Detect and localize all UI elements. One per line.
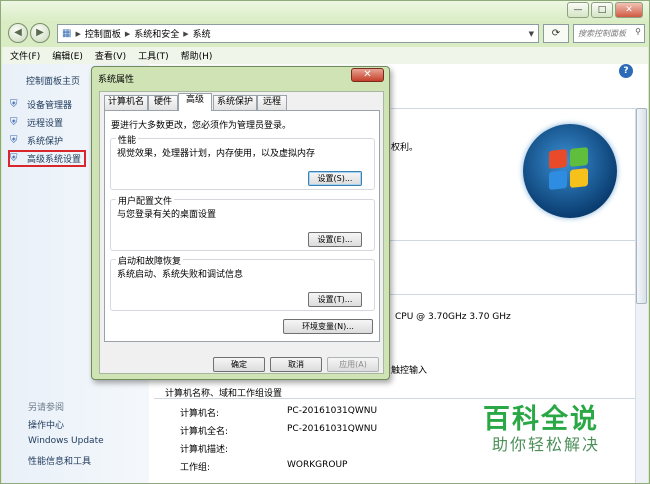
sidebar-item-advanced-settings[interactable]: ⛨ 高级系统设置 bbox=[7, 150, 87, 167]
computer-name-value: PC-20161031QWNU bbox=[287, 406, 378, 416]
sidebar-item-system-protection[interactable]: ⛨ 系统保护 bbox=[10, 134, 63, 147]
chevron-down-icon[interactable]: ▼ bbox=[529, 30, 534, 38]
menu-edit[interactable]: 编辑(E) bbox=[52, 49, 83, 62]
windows-logo bbox=[523, 124, 617, 218]
chevron-right-icon: ▶ bbox=[183, 29, 189, 38]
refresh-button[interactable]: ⟳ bbox=[543, 24, 569, 43]
chevron-right-icon: ▶ bbox=[124, 29, 131, 38]
shield-icon: ⛨ bbox=[10, 153, 18, 164]
back-button[interactable]: ◀ bbox=[8, 23, 28, 43]
tab-hardware[interactable]: 硬件 bbox=[148, 95, 178, 110]
maximize-button[interactable]: □ bbox=[591, 2, 613, 18]
system-properties-dialog: 系统属性 ✕ 计算机名 硬件 高级 系统保护 远程 要进行大多数更改，您必须作为… bbox=[91, 66, 390, 380]
group-description: 视觉效果，处理器计划，内存使用，以及虚拟内存 bbox=[117, 149, 316, 159]
search-placeholder: 搜索控制面板 bbox=[578, 29, 626, 38]
see-also-performance-tools[interactable]: 性能信息和工具 bbox=[28, 454, 91, 467]
tab-computer-name[interactable]: 计算机名 bbox=[104, 95, 148, 110]
dialog-close-button[interactable]: ✕ bbox=[351, 68, 384, 82]
performance-settings-button[interactable]: 设置(S)... bbox=[308, 171, 362, 186]
dialog-title: 系统属性 bbox=[98, 75, 135, 85]
sidebar-item-label: 远程设置 bbox=[27, 119, 64, 129]
group-title: 性能 bbox=[116, 133, 139, 146]
help-icon[interactable]: ? bbox=[619, 64, 633, 78]
workgroup-label: 工作组: bbox=[180, 463, 211, 473]
description-label: 计算机描述: bbox=[180, 445, 229, 455]
computer-name-label: 计算机名: bbox=[180, 409, 220, 419]
scrollbar-thumb[interactable] bbox=[636, 108, 647, 304]
advanced-tab-panel: 要进行大多数更改，您必须作为管理员登录。 性能 视觉效果，处理器计划，内存使用，… bbox=[104, 110, 380, 342]
watermark-subtitle: 助你轻松解决 bbox=[492, 435, 601, 454]
see-also-windows-update[interactable]: Windows Update bbox=[28, 436, 104, 446]
user-profiles-settings-button[interactable]: 设置(E)... bbox=[308, 232, 362, 247]
sidebar-item-remote-settings[interactable]: ⛨ 远程设置 bbox=[10, 116, 63, 129]
group-description: 系统启动、系统失败和调试信息 bbox=[117, 270, 244, 280]
refresh-icon: ⟳ bbox=[551, 28, 561, 39]
startup-recovery-group: 启动和故障恢复 系统启动、系统失败和调试信息 设置(T)... bbox=[110, 254, 375, 311]
sidebar-item-device-manager[interactable]: ⛨ 设备管理器 bbox=[10, 98, 72, 111]
close-button[interactable]: ✕ bbox=[615, 2, 643, 18]
dialog-body: 计算机名 硬件 高级 系统保护 远程 要进行大多数更改，您必须作为管理员登录。 … bbox=[99, 91, 384, 374]
tab-remote[interactable]: 远程 bbox=[257, 95, 287, 110]
tab-system-protection[interactable]: 系统保护 bbox=[213, 95, 257, 110]
group-title: 用户配置文件 bbox=[116, 194, 175, 207]
full-name-label: 计算机全名: bbox=[180, 427, 229, 437]
menu-bar: 文件(F) 编辑(E) 查看(V) 工具(T) 帮助(H) bbox=[2, 47, 648, 64]
group-description: 与您登录有关的桌面设置 bbox=[117, 210, 217, 220]
user-profiles-group: 用户配置文件 与您登录有关的桌面设置 设置(E)... bbox=[110, 194, 375, 251]
control-panel-icon: ▦ bbox=[62, 28, 72, 39]
touch-input-text: 触控输入 bbox=[391, 366, 428, 376]
shield-icon: ⛨ bbox=[10, 117, 18, 128]
search-input[interactable]: 搜索控制面板 ⚲ bbox=[573, 24, 645, 43]
full-name-value: PC-20161031QWNU bbox=[287, 424, 378, 434]
processor-info: CPU @ 3.70GHz 3.70 GHz bbox=[395, 312, 511, 322]
startup-recovery-settings-button[interactable]: 设置(T)... bbox=[308, 292, 362, 307]
shield-icon: ⛨ bbox=[10, 99, 18, 110]
sidebar-item-label: 系统保护 bbox=[27, 137, 64, 147]
breadcrumb-system-security[interactable]: 系统和安全 bbox=[134, 27, 179, 40]
forward-button[interactable]: ▶ bbox=[30, 23, 50, 43]
close-icon: ✕ bbox=[363, 69, 372, 80]
cancel-button[interactable]: 取消 bbox=[270, 357, 322, 372]
see-also-action-center[interactable]: 操作中心 bbox=[28, 418, 64, 431]
breadcrumb-system[interactable]: 系统 bbox=[193, 27, 211, 40]
performance-group: 性能 视觉效果，处理器计划，内存使用，以及虚拟内存 设置(S)... bbox=[110, 133, 375, 190]
menu-view[interactable]: 查看(V) bbox=[95, 49, 126, 62]
ok-button[interactable]: 确定 bbox=[213, 357, 265, 372]
chevron-right-icon: ▶ bbox=[75, 29, 81, 38]
address-bar[interactable]: ▦ ▶ 控制面板 ▶ 系统和安全 ▶ 系统 ▼ bbox=[57, 24, 539, 43]
menu-tools[interactable]: 工具(T) bbox=[138, 49, 169, 62]
copyright-text: 权利。 bbox=[391, 143, 419, 153]
menu-file[interactable]: 文件(F) bbox=[10, 49, 40, 62]
minimize-button[interactable]: — bbox=[567, 2, 589, 18]
sidebar-item-label: 设备管理器 bbox=[27, 101, 73, 111]
tab-advanced[interactable]: 高级 bbox=[178, 93, 212, 111]
title-bar: — □ ✕ bbox=[1, 1, 649, 23]
see-also-heading: 另请参阅 bbox=[28, 403, 65, 413]
search-icon: ⚲ bbox=[635, 27, 641, 36]
apply-button[interactable]: 应用(A) bbox=[327, 357, 379, 372]
admin-note: 要进行大多数更改，您必须作为管理员登录。 bbox=[111, 121, 292, 131]
workgroup-value: WORKGROUP bbox=[287, 460, 348, 470]
sidebar-item-label: 高级系统设置 bbox=[27, 155, 82, 165]
divider bbox=[391, 108, 635, 109]
group-title: 启动和故障恢复 bbox=[116, 254, 184, 267]
menu-help[interactable]: 帮助(H) bbox=[181, 49, 213, 62]
environment-variables-button[interactable]: 环境变量(N)... bbox=[283, 319, 373, 334]
breadcrumb-control-panel[interactable]: 控制面板 bbox=[85, 27, 121, 40]
sidebar-home-link[interactable]: 控制面板主页 bbox=[26, 74, 80, 87]
shield-icon: ⛨ bbox=[10, 135, 18, 146]
